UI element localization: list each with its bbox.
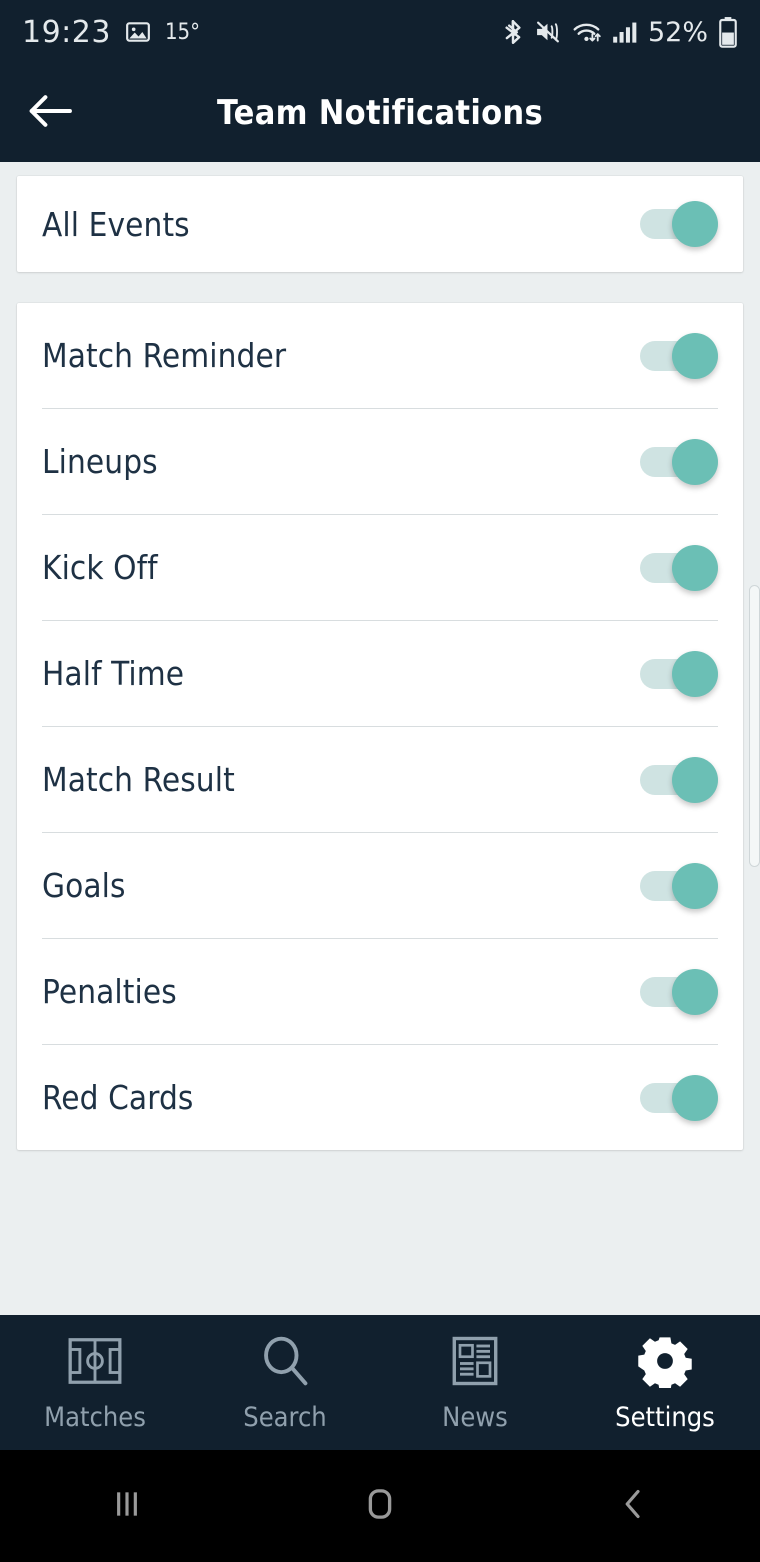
notification-label: Goals	[42, 866, 126, 905]
pitch-icon	[68, 1332, 122, 1390]
battery-percentage: 52%	[647, 16, 708, 48]
status-time: 19:23	[22, 14, 111, 50]
notification-label: Penalties	[42, 972, 177, 1011]
toggle-thumb	[672, 201, 718, 247]
settings-content: All Events Match Reminder Lineups Kick Off…	[0, 162, 760, 1315]
notification-toggle[interactable]	[640, 862, 718, 909]
toggle-thumb	[672, 438, 718, 485]
nav-label-search: Search	[243, 1402, 327, 1433]
all-events-label: All Events	[42, 204, 190, 244]
mute-vibrate-icon	[535, 19, 562, 45]
notification-label: Lineups	[42, 442, 158, 481]
toggle-thumb	[672, 968, 718, 1015]
status-temperature: 15°	[164, 19, 201, 45]
back-chevron-icon	[613, 1484, 653, 1528]
notification-toggle[interactable]	[640, 650, 718, 697]
notification-toggle[interactable]	[640, 544, 718, 591]
recents-icon	[107, 1484, 147, 1528]
notification-label: Half Time	[42, 654, 185, 693]
notification-toggle[interactable]	[640, 968, 718, 1015]
nav-label-matches: Matches	[44, 1402, 146, 1433]
cellular-signal-icon	[612, 19, 638, 45]
nav-item-settings[interactable]: Settings	[570, 1315, 760, 1450]
newspaper-icon	[450, 1332, 500, 1390]
toggle-thumb	[672, 544, 718, 591]
nav-item-search[interactable]: Search	[190, 1315, 380, 1450]
toggle-thumb	[672, 332, 718, 379]
notification-row[interactable]: Goals	[17, 833, 743, 938]
status-bar: 19:23 15° 52%	[0, 0, 760, 64]
status-bar-left: 19:23 15°	[22, 15, 200, 50]
gear-icon	[638, 1332, 692, 1390]
notification-row[interactable]: Kick Off	[17, 515, 743, 620]
image-icon	[125, 19, 151, 45]
nav-item-news[interactable]: News	[380, 1315, 570, 1450]
bottom-navigation: Matches Search News Settings	[0, 1315, 760, 1450]
search-icon	[258, 1332, 312, 1390]
notification-label: Match Result	[42, 760, 235, 799]
notification-toggle[interactable]	[640, 1074, 718, 1121]
recents-button[interactable]	[0, 1484, 253, 1528]
notification-row[interactable]: Half Time	[17, 621, 743, 726]
vertical-scrollbar[interactable]	[749, 585, 760, 867]
notification-label: Kick Off	[42, 548, 158, 587]
all-events-row[interactable]: All Events	[17, 176, 743, 272]
notification-row[interactable]: Lineups	[17, 409, 743, 514]
notification-label: Red Cards	[42, 1078, 194, 1117]
toggle-thumb	[672, 756, 718, 803]
all-events-card: All Events	[17, 176, 743, 272]
notification-toggle[interactable]	[640, 438, 718, 485]
notification-label: Match Reminder	[42, 336, 287, 375]
toggle-thumb	[672, 862, 718, 909]
notification-row[interactable]: Red Cards	[17, 1045, 743, 1150]
notification-row[interactable]: Penalties	[17, 939, 743, 1044]
system-back-button[interactable]	[507, 1484, 760, 1528]
wifi-icon	[572, 19, 602, 45]
system-navigation-bar	[0, 1450, 760, 1562]
all-events-toggle[interactable]	[640, 201, 718, 247]
nav-item-matches[interactable]: Matches	[0, 1315, 190, 1450]
bluetooth-icon	[501, 18, 525, 46]
nav-label-news: News	[442, 1402, 508, 1433]
notification-row[interactable]: Match Result	[17, 727, 743, 832]
phone-screen: 19:23 15° 52% Team Notifications All Eve…	[0, 0, 760, 1562]
nav-label-settings: Settings	[615, 1402, 715, 1433]
back-button[interactable]	[0, 64, 100, 162]
notification-toggle[interactable]	[640, 332, 718, 379]
notification-list-card: Match Reminder Lineups Kick Off Half Time Ma…	[17, 303, 743, 1150]
status-bar-right: 52%	[501, 16, 738, 48]
home-icon	[359, 1483, 401, 1529]
back-arrow-icon	[27, 93, 73, 133]
notification-toggle[interactable]	[640, 756, 718, 803]
toggle-thumb	[672, 650, 718, 697]
notification-row[interactable]: Match Reminder	[17, 303, 743, 408]
battery-icon	[718, 16, 738, 48]
app-bar: Team Notifications	[0, 64, 760, 162]
page-title: Team Notifications	[216, 93, 544, 133]
home-button[interactable]	[253, 1483, 506, 1529]
toggle-thumb	[672, 1074, 718, 1121]
